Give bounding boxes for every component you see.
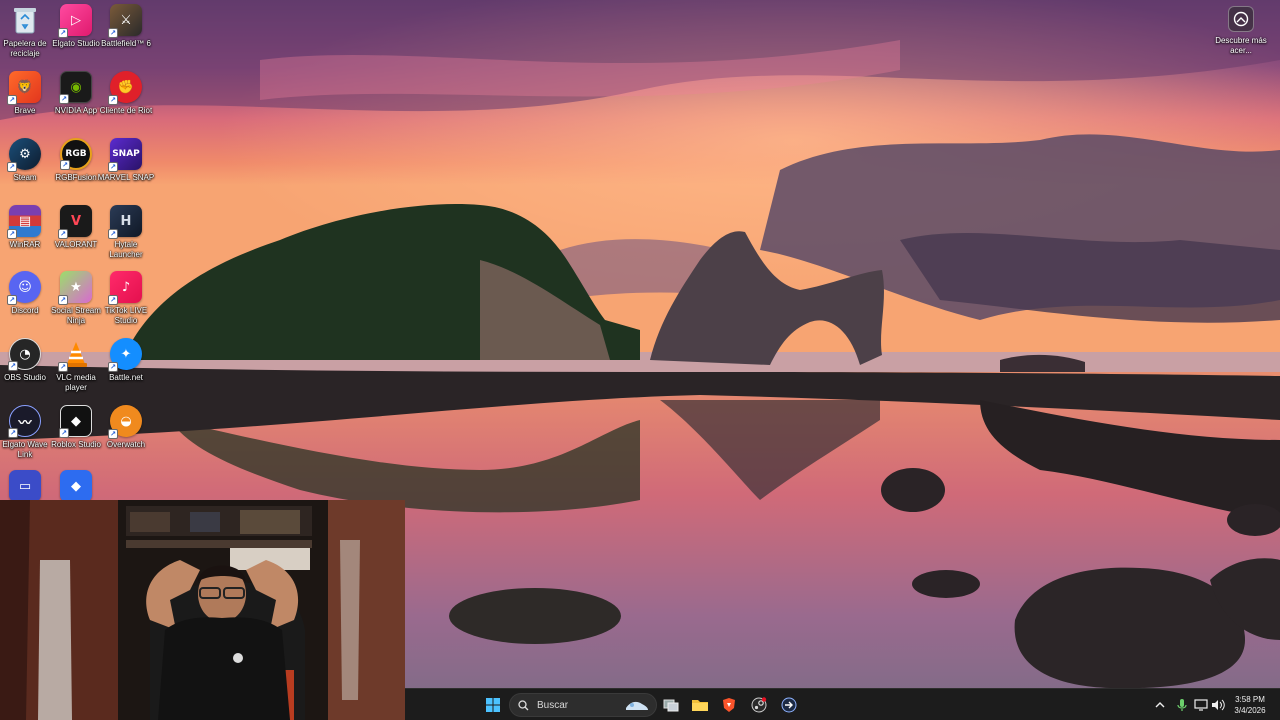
nvidia-icon: ◉ ↗ xyxy=(59,71,92,104)
desktop-icon-brave[interactable]: 🦁 ↗ Brave xyxy=(0,71,50,135)
cast-icon: ▭ xyxy=(9,470,41,502)
arrow-app-icon xyxy=(781,697,797,713)
desktop-icon-roblox-studio[interactable]: ◆ ↗ Roblox Studio xyxy=(51,405,101,469)
steam-icon: ⚙ ↗ xyxy=(7,138,41,172)
desktop-icon-wave-link[interactable]: 〰 ↗ Elgato Wave Link xyxy=(0,405,50,469)
obs-icon: ◔ ↗ xyxy=(8,338,41,371)
winrar-icon: ▤ ↗ xyxy=(7,205,41,239)
desktop-icon-label: Elgato Wave Link xyxy=(2,440,48,459)
wave-link-icon: 〰 ↗ xyxy=(8,405,41,438)
chevron-up-icon xyxy=(1155,702,1165,708)
desktop-icon-recycle-bin[interactable]: Papelera de reciclaje xyxy=(0,4,50,68)
clock-time: 3:58 PM xyxy=(1235,695,1265,704)
search-highlight-icon xyxy=(624,698,650,717)
desktop-icon-obs[interactable]: ◔ ↗ OBS Studio xyxy=(0,338,50,402)
folder-icon xyxy=(692,700,708,711)
desktop-icon-label: Overwatch xyxy=(106,440,146,449)
roblox-studio-icon: ◆ ↗ xyxy=(59,405,92,438)
desktop-icon-label: MARVEL SNAP xyxy=(97,173,155,182)
spotlight-icon xyxy=(1228,6,1254,32)
webcam-feed xyxy=(0,500,405,720)
network-tray-button[interactable] xyxy=(1193,697,1209,713)
desktop-icon-label: Cliente de Riot xyxy=(99,106,153,115)
taskbar-clock[interactable]: 3:58 PM 3/4/2026 xyxy=(1227,694,1273,716)
show-hidden-icons-button[interactable] xyxy=(1152,697,1168,713)
clock-date: 3/4/2026 xyxy=(1234,706,1266,715)
task-view-icon xyxy=(663,699,679,712)
brave-icon xyxy=(723,698,735,712)
desktop-icon-label: TikTok LIVE Studio xyxy=(104,306,148,325)
desktop-icon-label: Battle.net xyxy=(109,373,143,382)
desktop-icon-label: Papelera de reciclaje xyxy=(3,39,47,58)
desktop-icon-hytale[interactable]: H ↗ Hytale Launcher xyxy=(101,205,151,269)
hytale-icon: H ↗ xyxy=(108,205,142,239)
vlc-icon: ↗ xyxy=(58,338,92,372)
desktop-icon-label: Brave xyxy=(14,106,36,115)
desktop-icon-elgato-studio[interactable]: ▷ ↗ Elgato Studio xyxy=(51,4,101,68)
marvel-snap-icon: SNAP ↗ xyxy=(108,138,142,172)
task-view-button[interactable] xyxy=(659,693,683,717)
desktop-icon-winrar[interactable]: ▤ ↗ WinRAR xyxy=(0,205,50,269)
start-button[interactable] xyxy=(481,693,505,717)
volume-tray-button[interactable] xyxy=(1210,697,1226,713)
desktop-icon-overwatch[interactable]: ◒ ↗ Overwatch xyxy=(101,405,151,469)
desktop-icon-nvidia[interactable]: ◉ ↗ NVIDIA App xyxy=(51,71,101,135)
valorant-icon: V ↗ xyxy=(58,205,92,239)
app-taskbar-button[interactable] xyxy=(777,693,801,717)
recycle-bin-icon xyxy=(9,4,41,36)
overwatch-icon: ◒ ↗ xyxy=(108,405,142,439)
desktop-icon-battlefield[interactable]: ⚔ ↗ Battlefield™ 6 xyxy=(101,4,151,68)
discover-widget-label: Descubre más acer... xyxy=(1215,36,1267,55)
desktop-icon-label: Hytale Launcher xyxy=(109,240,143,259)
microphone-icon xyxy=(1177,699,1187,711)
discover-widget[interactable]: Descubre más acer... xyxy=(1214,6,1268,56)
riot-icon: ✊ ↗ xyxy=(108,71,142,105)
desktop-icon-discord[interactable]: ☺ ↗ Discord xyxy=(0,271,50,335)
battlefield-icon: ⚔ ↗ xyxy=(108,4,142,38)
desktop-icon-marvel-snap[interactable]: SNAP ↗ MARVEL SNAP xyxy=(98,138,154,202)
desktop-icon-label: Battlefield™ 6 xyxy=(101,39,151,48)
desktop-icon-rgbfusion[interactable]: RGB ↗ RGBFusion xyxy=(51,138,101,202)
discord-icon: ☺ ↗ xyxy=(7,271,41,305)
desktop-icon-label: WinRAR xyxy=(9,240,41,249)
desktop-icon-label: Steam xyxy=(13,173,37,182)
microphone-tray-button[interactable] xyxy=(1174,697,1190,713)
tiktok-live-icon: ♪ ↗ xyxy=(108,271,142,305)
desktop-icon-tiktok-live[interactable]: ♪ ↗ TikTok LIVE Studio xyxy=(101,271,151,335)
brave-icon: 🦁 ↗ xyxy=(7,71,41,105)
steam-icon xyxy=(751,697,767,713)
taskbar: Buscar 3:58 PM 3/4/2026 xyxy=(405,688,1280,720)
windows-logo-icon xyxy=(486,698,500,712)
social-stream-ninja-icon: ★ ↗ xyxy=(58,271,92,305)
desktop-icon-steam[interactable]: ⚙ ↗ Steam xyxy=(0,138,50,202)
desktop-icon-riot[interactable]: ✊ ↗ Cliente de Riot xyxy=(100,71,152,135)
desktop-icon-label: Discord xyxy=(11,306,39,315)
desktop-icon-social-stream-ninja[interactable]: ★ ↗ Social Stream Ninja xyxy=(51,271,101,335)
roblox-icon: ◆ xyxy=(60,470,92,502)
desktop-icon-valorant[interactable]: V ↗ VALORANT xyxy=(51,205,101,269)
desktop-icon-label: OBS Studio xyxy=(4,373,46,382)
file-explorer-button[interactable] xyxy=(688,693,712,717)
brave-taskbar-button[interactable] xyxy=(717,693,741,717)
network-icon xyxy=(1194,699,1208,711)
volume-icon xyxy=(1212,699,1225,711)
desktop-icon-battlenet[interactable]: ✦ ↗ Battle.net xyxy=(101,338,151,402)
search-icon xyxy=(518,699,529,710)
steam-taskbar-button[interactable] xyxy=(747,693,771,717)
battlenet-icon: ✦ ↗ xyxy=(108,338,142,372)
webcam-overlay xyxy=(0,500,405,720)
taskbar-search[interactable]: Buscar xyxy=(509,693,657,717)
elgato-studio-icon: ▷ ↗ xyxy=(58,4,92,38)
rgbfusion-icon: RGB ↗ xyxy=(60,138,92,170)
desktop-icon-vlc[interactable]: ↗ VLC media player xyxy=(51,338,101,402)
search-placeholder: Buscar xyxy=(537,699,569,711)
